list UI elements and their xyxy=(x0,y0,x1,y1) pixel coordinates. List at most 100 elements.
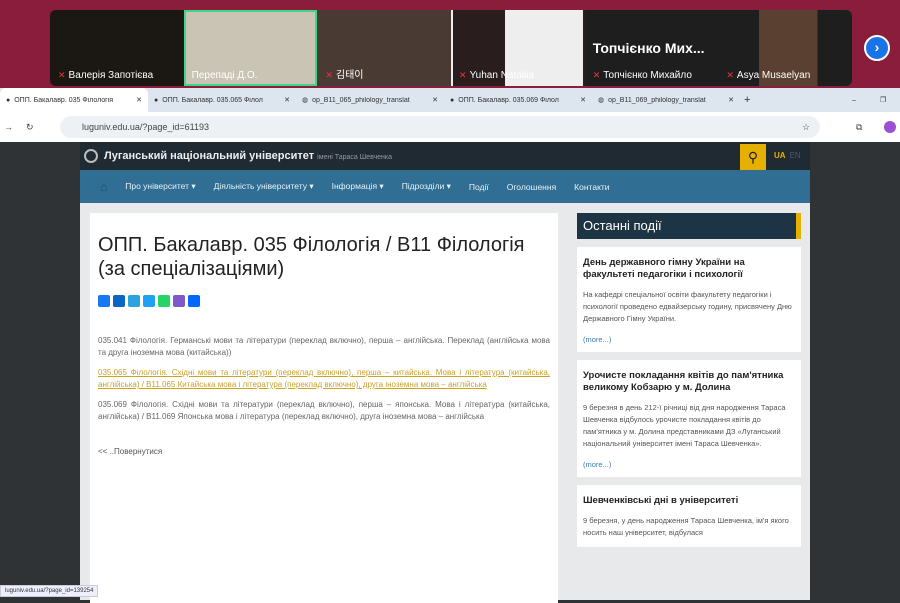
event-title[interactable]: Урочисте покладання квітів до пам'ятника… xyxy=(583,370,795,394)
participant-tile[interactable]: Топчієнко Мих... ✕ Топчієнко Михайло xyxy=(585,10,719,86)
telegram-icon[interactable] xyxy=(128,295,140,307)
university-logo-icon xyxy=(84,149,98,163)
participant-name: 김태이 xyxy=(335,70,364,81)
sidebar: Останні події День державного гімну Укра… xyxy=(577,213,801,547)
address-bar-row: → ↻ luguniv.edu.ua/?page_id=61193 ☆ ⧉ xyxy=(0,112,900,142)
event-text: 9 березня в день 212-ї річниці від дня н… xyxy=(583,403,786,448)
tab-title: ОПП. Бакалавр. 035.065 Філол xyxy=(162,96,263,104)
participant-placeholder: Топчієнко Мих... xyxy=(592,40,705,56)
twitter-icon[interactable] xyxy=(143,295,155,307)
site-title[interactable]: Луганський національний університет імен… xyxy=(104,150,392,162)
share-icon[interactable] xyxy=(188,295,200,307)
share-buttons xyxy=(98,295,550,307)
event-title[interactable]: День державного гімну України на факульт… xyxy=(583,257,795,281)
status-bar-url: luguniv.edu.ua/?page_id=139254 xyxy=(0,585,99,597)
participant-tile[interactable]: ✕ 김태이 xyxy=(317,10,452,86)
event-card: Шевченківські дні в університеті 9 берез… xyxy=(577,485,801,547)
close-icon[interactable]: ✕ xyxy=(432,96,438,104)
reload-icon[interactable]: ↻ xyxy=(26,122,34,133)
site-header: Луганський національний університет імен… xyxy=(80,142,810,170)
tab-title: op_B11_065_philology_translat xyxy=(312,96,410,104)
event-card: Урочисте покладання квітів до пам'ятника… xyxy=(577,360,801,477)
close-icon[interactable]: ✕ xyxy=(580,96,586,104)
url-text: luguniv.edu.ua/?page_id=61193 xyxy=(82,122,210,132)
participant-tile[interactable]: ✕ Asya Musaelyan xyxy=(718,10,852,86)
participant-name: Asya Musaelyan xyxy=(736,70,811,81)
bookmark-star-icon[interactable]: ☆ xyxy=(802,122,810,133)
browser-tab[interactable]: ◍ op_B11_069_philology_translat ✕ xyxy=(592,88,740,112)
globe-icon: ◍ xyxy=(302,97,309,104)
favicon-icon: ● xyxy=(6,96,11,104)
nav-item[interactable]: Підрозділи ▾ xyxy=(402,181,451,192)
home-icon[interactable]: ⌂ xyxy=(100,180,107,194)
next-participants-button[interactable]: › xyxy=(864,35,890,61)
participant-tile[interactable]: Перепаді Д.О. xyxy=(183,10,318,86)
event-card: День державного гімну України на факульт… xyxy=(577,247,801,352)
back-link[interactable]: << ..Повернутися xyxy=(98,447,550,456)
page-content: ОПП. Бакалавр. 035 Філологія / В11 Філол… xyxy=(80,203,810,603)
mic-off-icon: ✕ xyxy=(592,70,601,80)
search-button[interactable]: ⚲ xyxy=(740,144,766,170)
close-icon[interactable]: ✕ xyxy=(284,96,290,104)
mic-off-icon: ✕ xyxy=(459,70,467,80)
minimize-button[interactable]: – xyxy=(852,97,856,104)
tab-title: ОПП. Бакалавр. 035.069 Філол xyxy=(458,96,559,104)
program-link[interactable]: 035.041 Філологія. Германські мови та лі… xyxy=(98,335,550,359)
event-text: 9 березня, у день народження Тараса Шевч… xyxy=(583,516,789,537)
close-icon[interactable]: ✕ xyxy=(136,96,142,104)
linkedin-icon[interactable] xyxy=(113,295,125,307)
globe-icon: ◍ xyxy=(598,97,605,104)
search-icon: ⚲ xyxy=(747,149,759,165)
nav-item[interactable]: Контакти xyxy=(574,182,609,192)
participant-name: Перепаді Д.О. xyxy=(191,70,258,81)
participant-tiles: ✕ Валерія Запотієва Перепаді Д.О. ✕ 김태이 ✕ Y… xyxy=(50,10,852,86)
browser-tab[interactable]: ● ОПП. Бакалавр. 035.065 Філол ✕ xyxy=(148,88,296,112)
program-link[interactable]: 035.069 Філологія. Східні мови та літера… xyxy=(98,399,550,423)
participant-name: Валерія Запотієва xyxy=(68,70,154,81)
favicon-icon: ● xyxy=(450,96,455,104)
mic-off-icon: ✕ xyxy=(325,70,333,80)
nav-item[interactable]: Діяльність університету ▾ xyxy=(214,181,314,192)
browser-tab[interactable]: ◍ op_B11_065_philology_translat ✕ xyxy=(296,88,444,112)
lang-en[interactable]: EN xyxy=(790,151,801,160)
meeting-bar: ✕ Валерія Запотієва Перепаді Д.О. ✕ 김태이 ✕ Y… xyxy=(0,0,900,88)
main-nav: ⌂ Про університет ▾ Діяльність університ… xyxy=(80,170,810,203)
event-title[interactable]: Шевченківські дні в університеті xyxy=(583,495,795,507)
event-text: На кафедрі спеціальної освіти факультету… xyxy=(583,290,792,323)
viber-icon[interactable] xyxy=(173,295,185,307)
page-title: ОПП. Бакалавр. 035 Філологія / В11 Філол… xyxy=(98,234,525,280)
restore-button[interactable]: ❐ xyxy=(880,96,886,104)
facebook-icon[interactable] xyxy=(98,295,110,307)
participant-name: Топчієнко Михайло xyxy=(603,70,692,81)
mic-off-icon: ✕ xyxy=(58,70,66,80)
browser-tab[interactable]: ● ОПП. Бакалавр. 035.069 Філол ✕ xyxy=(444,88,592,112)
nav-item[interactable]: Про університет ▾ xyxy=(125,181,195,192)
forward-icon[interactable]: → xyxy=(4,122,13,132)
tab-strip: ● ОПП. Бакалавр. 035 Філологія ✕ ● ОПП. Бак… xyxy=(0,88,900,112)
main-article: ОПП. Бакалавр. 035 Філологія / В11 Філол… xyxy=(90,213,558,603)
browser-tab[interactable]: ● ОПП. Бакалавр. 035 Філологія ✕ xyxy=(0,88,148,112)
participant-tile[interactable]: ✕ Yuhan Nataliia xyxy=(451,10,585,86)
sidebar-title: Останні події xyxy=(577,213,801,239)
participant-tile[interactable]: ✕ Валерія Запотієва xyxy=(50,10,184,86)
whatsapp-icon[interactable] xyxy=(158,295,170,307)
nav-item[interactable]: Події xyxy=(469,182,489,192)
url-input[interactable]: luguniv.edu.ua/?page_id=61193 xyxy=(60,116,820,138)
more-link[interactable]: (more...) xyxy=(583,335,795,344)
nav-item[interactable]: Інформація ▾ xyxy=(332,181,384,192)
new-tab-button[interactable]: + xyxy=(744,94,750,106)
participant-name: Yuhan Nataliia xyxy=(469,70,535,81)
language-switcher[interactable]: UA EN xyxy=(774,151,801,160)
profile-avatar[interactable] xyxy=(884,121,896,133)
extensions-icon[interactable]: ⧉ xyxy=(856,122,862,133)
nav-item[interactable]: Оголошення xyxy=(507,182,556,192)
more-link[interactable]: (more...) xyxy=(583,460,795,469)
program-link[interactable]: 035.065 Філологія. Східні мови та літера… xyxy=(98,367,550,391)
site-subtitle: імені Тараса Шевченка xyxy=(317,154,392,161)
site-title-text: Луганський національний університет xyxy=(104,150,315,162)
mic-off-icon: ✕ xyxy=(726,70,734,80)
favicon-icon: ● xyxy=(154,96,159,104)
lang-ua[interactable]: UA xyxy=(774,151,786,160)
tab-title: op_B11_069_philology_translat xyxy=(608,96,706,104)
close-icon[interactable]: ✕ xyxy=(728,96,734,104)
